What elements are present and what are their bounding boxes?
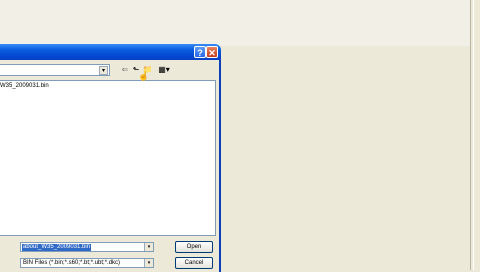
chevron-down-icon[interactable]: ▾ bbox=[144, 243, 153, 251]
background-divider-highlight bbox=[473, 0, 474, 270]
dialog-body: ▾ ⇐ ⬑ 📁 ▦▾ W35_2009031.bin about_W35_200… bbox=[0, 60, 221, 272]
close-button[interactable]: ✕ bbox=[206, 46, 218, 58]
filetype-value: BIN Files (*.bin;*.s60;*.bt;*.ubt;*.dkc) bbox=[23, 260, 121, 266]
background-divider bbox=[470, 0, 471, 270]
look-in-select[interactable]: ▾ bbox=[0, 64, 110, 76]
views-menu-icon[interactable]: ▦▾ bbox=[157, 65, 171, 75]
open-button[interactable]: Open bbox=[175, 241, 213, 253]
file-open-dialog: ? ✕ ▾ ⇐ ⬑ 📁 ▦▾ W35_2009031.bin about_W35… bbox=[0, 44, 221, 272]
cancel-button[interactable]: Cancel bbox=[175, 257, 213, 269]
help-button[interactable]: ? bbox=[194, 46, 206, 58]
mouse-pointer-icon: ☝ bbox=[138, 71, 150, 81]
file-list[interactable]: W35_2009031.bin bbox=[0, 80, 216, 236]
back-arrow-icon[interactable]: ⇐ bbox=[120, 65, 130, 75]
chevron-down-icon[interactable]: ▾ bbox=[99, 66, 108, 75]
filename-selected-text: about_W35_2009031.bin bbox=[22, 244, 92, 251]
dialog-titlebar[interactable]: ? ✕ bbox=[0, 44, 221, 60]
list-item[interactable]: W35_2009031.bin bbox=[0, 83, 49, 89]
filetype-select[interactable]: BIN Files (*.bin;*.s60;*.bt;*.ubt;*.dkc)… bbox=[20, 258, 154, 268]
filename-field[interactable]: about_W35_2009031.bin ▾ bbox=[20, 242, 154, 252]
background-window-top bbox=[0, 0, 470, 46]
chevron-down-icon[interactable]: ▾ bbox=[144, 259, 153, 267]
